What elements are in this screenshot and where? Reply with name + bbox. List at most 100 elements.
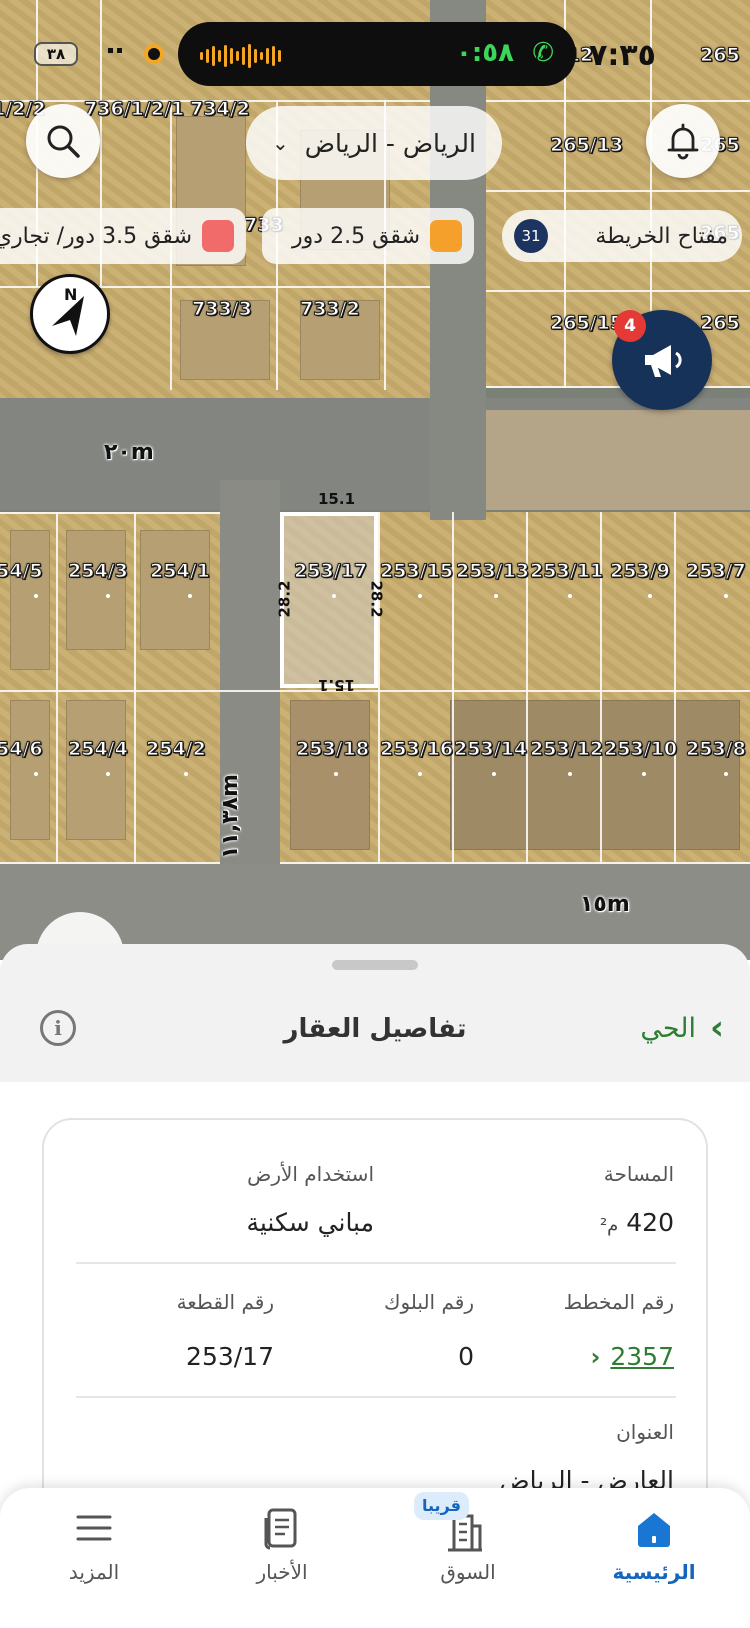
legend-label: شقق 2.5 دور bbox=[292, 223, 420, 249]
building bbox=[66, 530, 126, 650]
plot-line bbox=[0, 862, 220, 864]
plot-label[interactable]: 253/13 bbox=[455, 560, 529, 583]
address-label: العنوان bbox=[616, 1420, 674, 1444]
plot-label[interactable]: 253/14 bbox=[453, 738, 527, 761]
megaphone-icon bbox=[645, 345, 682, 377]
plot-label[interactable]: 253/7 bbox=[686, 560, 747, 583]
plot-center-dot bbox=[724, 594, 728, 598]
legend-chip-apartments[interactable]: شقق 2.5 دور bbox=[262, 208, 474, 264]
plot-label[interactable]: 254/1 bbox=[150, 560, 211, 583]
plot-label[interactable]: 734/2 bbox=[190, 98, 251, 121]
divider bbox=[76, 1262, 676, 1264]
search-button[interactable] bbox=[26, 104, 100, 178]
selected-plot-outline[interactable] bbox=[280, 512, 378, 688]
map-key-button[interactable]: مفتاح الخريطة 31 bbox=[502, 210, 742, 262]
plot-center-dot bbox=[106, 772, 110, 776]
city-select-dropdown[interactable]: الرياض - الرياض ⌄ bbox=[246, 106, 502, 180]
map-key-label: مفتاح الخريطة bbox=[595, 223, 728, 249]
plot-line bbox=[134, 512, 136, 864]
audio-wave-icon bbox=[200, 44, 281, 68]
battery-icon: ٣٨ bbox=[34, 42, 78, 66]
plot-label[interactable]: 265/15 bbox=[549, 312, 623, 335]
status-clock: ٧:٣٥ bbox=[589, 38, 656, 73]
building bbox=[140, 530, 210, 650]
tab-news[interactable]: الأخبار bbox=[202, 1488, 362, 1608]
plot-label[interactable]: 736/1/2/1 bbox=[83, 98, 184, 121]
plot-label[interactable]: 54/5 bbox=[0, 560, 43, 583]
plot-line bbox=[56, 512, 58, 864]
plot-label[interactable]: 733/2 bbox=[300, 298, 361, 321]
plot-label[interactable]: 253/15 bbox=[379, 560, 453, 583]
area-value: 420 م² bbox=[600, 1208, 674, 1237]
divider bbox=[76, 1396, 676, 1398]
legend-chip-commercial[interactable]: شقق 3.5 دور/ تجاري bbox=[0, 208, 246, 264]
plot-label[interactable]: 253/16 bbox=[379, 738, 453, 761]
road-width-label: ١٥m bbox=[580, 892, 630, 917]
coming-soon-badge: قريبا bbox=[414, 1492, 469, 1520]
plot-label[interactable]: 253/8 bbox=[686, 738, 747, 761]
home-icon bbox=[638, 1513, 670, 1547]
area-label: المساحة bbox=[603, 1162, 674, 1186]
plot-label[interactable]: 254/4 bbox=[68, 738, 129, 761]
property-card: المساحة استخدام الأرض 420 م² مباني سكنية… bbox=[42, 1118, 708, 1518]
plot-dimension-top: 15.1 bbox=[318, 490, 356, 508]
compass-button[interactable]: N bbox=[30, 274, 110, 354]
tab-label: السوق bbox=[440, 1560, 496, 1584]
plot-label[interactable]: 265 bbox=[700, 312, 741, 335]
plot-dimension-bottom: 15.1 bbox=[318, 676, 356, 694]
sheet-grabber[interactable] bbox=[332, 960, 418, 970]
neighborhood-link-label: الحي bbox=[640, 1012, 696, 1044]
tab-home[interactable]: الرئيسية bbox=[574, 1488, 734, 1608]
plot-center-dot bbox=[334, 772, 338, 776]
plot-center-dot bbox=[106, 594, 110, 598]
dynamic-island[interactable]: ٠:٥٨ ✆ bbox=[178, 22, 576, 86]
plot-line bbox=[486, 100, 750, 102]
land-use-value: مباني سكنية bbox=[246, 1208, 374, 1237]
plot-label[interactable]: 253/18 bbox=[295, 738, 369, 761]
plot-label[interactable]: 733/3 bbox=[192, 298, 253, 321]
plot-dimension-left: 28.2 bbox=[275, 580, 294, 618]
legend-swatch bbox=[430, 220, 462, 252]
announcements-count-badge: 4 bbox=[614, 310, 646, 342]
sand-area bbox=[486, 410, 750, 510]
road-width-label: ٢٠m bbox=[104, 440, 154, 465]
plot-number-label: رقم القطعة bbox=[176, 1290, 274, 1314]
recording-indicator-icon bbox=[144, 44, 164, 64]
block-number-value: 0 bbox=[458, 1342, 474, 1371]
plot-label[interactable]: 254/2 bbox=[146, 738, 207, 761]
plot-line bbox=[674, 512, 676, 864]
sheet-header: i تفاصيل العقار › الحي bbox=[0, 984, 750, 1084]
building bbox=[10, 700, 50, 840]
plan-number-link[interactable]: 2357 ‹ bbox=[590, 1342, 674, 1371]
tab-label: المزيد bbox=[68, 1560, 120, 1584]
plot-center-dot bbox=[494, 594, 498, 598]
plot-center-dot bbox=[332, 594, 336, 598]
plot-line bbox=[0, 690, 750, 692]
chevron-right-icon: › bbox=[709, 1008, 724, 1048]
sheet-title: تفاصيل العقار bbox=[283, 1014, 467, 1044]
plot-label[interactable]: 54/6 bbox=[0, 738, 43, 761]
plot-center-dot bbox=[648, 594, 652, 598]
plot-label[interactable]: 253/12 bbox=[529, 738, 603, 761]
city-select-label: الرياض - الرياض bbox=[304, 128, 476, 158]
tab-more[interactable]: المزيد bbox=[14, 1488, 174, 1608]
plot-center-dot bbox=[34, 594, 38, 598]
land-use-label: استخدام الأرض bbox=[247, 1162, 374, 1186]
plot-label[interactable]: 253/17 bbox=[293, 560, 367, 583]
plot-label[interactable]: 253/11 bbox=[529, 560, 603, 583]
newspaper-icon bbox=[264, 1508, 297, 1550]
plot-label[interactable]: 253/9 bbox=[610, 560, 671, 583]
call-timer: ٠:٥٨ bbox=[455, 38, 514, 68]
block-number-label: رقم البلوك bbox=[383, 1290, 474, 1314]
neighborhood-link[interactable]: › الحي bbox=[640, 1008, 724, 1048]
signal-icon bbox=[108, 48, 122, 53]
notifications-button[interactable] bbox=[646, 104, 720, 178]
plot-label[interactable]: 253/10 bbox=[603, 738, 677, 761]
bell-icon bbox=[667, 123, 699, 160]
road-width-label: ١١,٣٨m bbox=[218, 773, 244, 860]
legend-label: شقق 3.5 دور/ تجاري bbox=[0, 223, 192, 249]
phone-icon: ✆ bbox=[532, 38, 554, 68]
plot-label[interactable]: 265/13 bbox=[549, 134, 623, 157]
plot-label[interactable]: 254/3 bbox=[68, 560, 129, 583]
map-view[interactable]: 15.1 15.1 28.2 28.2 734/2736/1/2/11/2/27… bbox=[0, 0, 750, 960]
